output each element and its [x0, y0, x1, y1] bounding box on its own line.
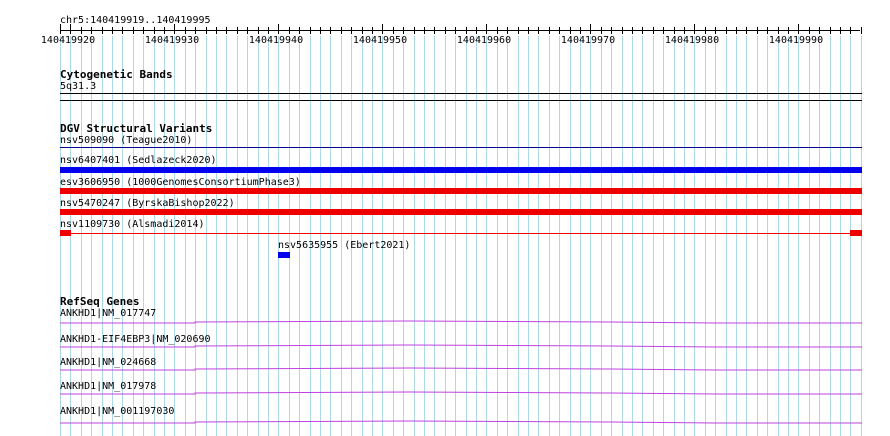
genome-browser-view: chr5:140419919..140419995 140419920 14041…	[0, 0, 890, 436]
gene-intron-line	[60, 420, 862, 424]
gene-intron-line	[60, 391, 862, 395]
gene-intron-line	[60, 320, 862, 324]
gene-intron-line	[60, 344, 862, 348]
gene-intron-line	[60, 367, 862, 371]
gene-intron-lines	[60, 320, 862, 424]
